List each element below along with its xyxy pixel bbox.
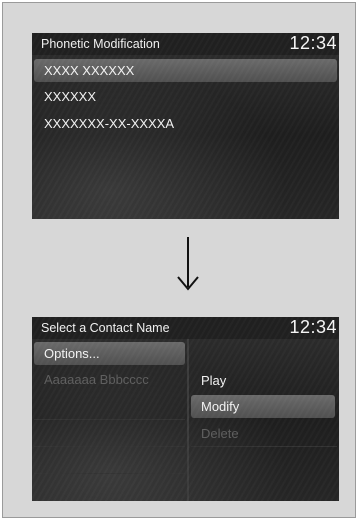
title-bar: Phonetic Modification 12:34 [32, 33, 339, 55]
menu-item-delete: Delete [201, 426, 239, 441]
figure-panel: Phonetic Modification 12:34 XXXX XXXXXX … [2, 2, 356, 518]
divider [34, 446, 185, 447]
down-arrow-icon [177, 237, 199, 291]
clock: 12:34 [289, 33, 337, 53]
menu-item-play[interactable]: Play [191, 369, 335, 392]
screen-title: Phonetic Modification [41, 37, 160, 51]
options-item[interactable]: Options... [34, 342, 185, 365]
list-item-1[interactable]: XXXX XXXXXX [34, 59, 337, 82]
divider [191, 446, 337, 447]
divider [34, 473, 185, 474]
options-menu-column: Play Modify Delete [187, 339, 339, 501]
screen-title: Select a Contact Name [41, 321, 170, 335]
list-item-2[interactable]: XXXXXX [34, 85, 337, 108]
menu-item-modify[interactable]: Modify [191, 395, 335, 418]
contact-name-item: Aaaaaaa Bbbcccc [44, 372, 149, 387]
phonetic-modification-screen: Phonetic Modification 12:34 XXXX XXXXXX … [32, 33, 339, 219]
divider [34, 419, 185, 420]
list-item-3[interactable]: XXXXXXX-XX-XXXXA [34, 112, 337, 135]
clock: 12:34 [289, 317, 337, 337]
contact-list-column: Options... Aaaaaaa Bbbcccc [32, 339, 187, 501]
title-bar: Select a Contact Name 12:34 [32, 317, 339, 339]
select-contact-screen: Select a Contact Name 12:34 Options... A… [32, 317, 339, 501]
